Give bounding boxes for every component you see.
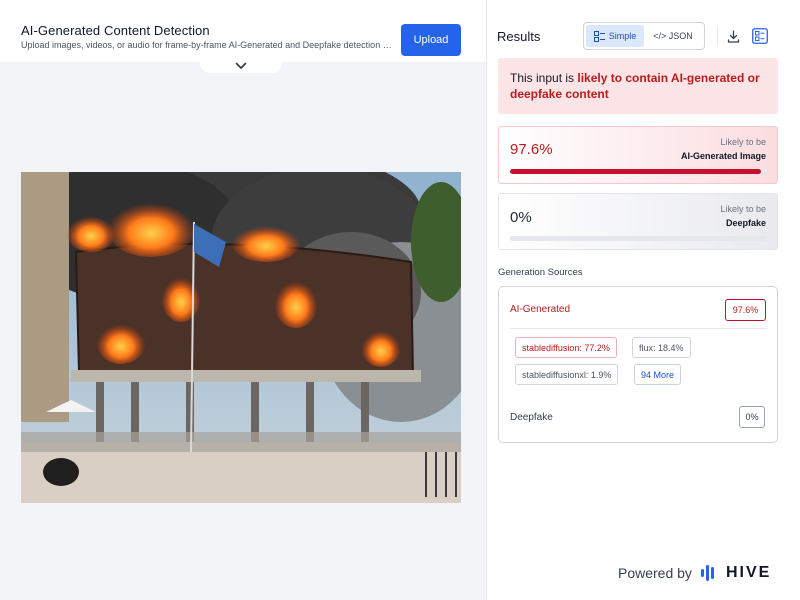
upload-button[interactable]: Upload (401, 24, 461, 56)
gs-deepfake-percent-badge: 0% (739, 406, 765, 428)
page-subtitle: Upload images, videos, or audio for fram… (21, 40, 393, 50)
layout-toggle-icon (752, 28, 768, 44)
gs-ai-percent-badge: 97.6% (725, 299, 766, 321)
deepfake-progress-bar (510, 236, 767, 241)
download-icon (727, 29, 739, 43)
collapse-toggle[interactable] (200, 58, 282, 73)
source-chip-flux: flux: 18.4% (632, 337, 691, 358)
ai-generated-percent: 97.6% (510, 141, 553, 158)
left-pane: AI-Generated Content Detection Upload im… (0, 0, 486, 600)
generation-sources-box: AI-Generated 97.6% stablediffusion: 77.2… (498, 286, 778, 443)
source-chip-stablediffusion: stablediffusion: 77.2% (515, 337, 617, 358)
view-toggle: Simple </> JSON (583, 22, 705, 50)
source-chip-stablediffusionxl: stablediffusionxl: 1.9% (515, 364, 619, 385)
gs-divider (510, 328, 767, 329)
upload-header: AI-Generated Content Detection Upload im… (0, 0, 486, 62)
powered-by-text: Powered by (618, 565, 692, 581)
deepfake-likely-label: Likely to be (720, 204, 766, 214)
view-json-label: </> JSON (653, 31, 693, 41)
generation-sources-title: Generation Sources (498, 267, 583, 278)
powered-by-footer: Powered by HIVE (618, 564, 771, 582)
results-panel: Results Simple </> JSON This input is li… (486, 0, 800, 600)
deepfake-category-label: Deepfake (725, 218, 766, 228)
burning-building-photo (21, 172, 461, 503)
view-simple-tab[interactable]: Simple (586, 25, 644, 47)
hive-brand: HIVE (725, 564, 772, 581)
ai-progress-fill (510, 169, 761, 174)
layout-toggle-button[interactable] (750, 26, 770, 46)
chevron-down-icon (235, 62, 247, 69)
alert-prefix: This input is (510, 71, 578, 85)
result-alert: This input is likely to contain AI-gener… (498, 58, 778, 114)
page-title: AI-Generated Content Detection (21, 23, 210, 38)
simple-view-icon (593, 30, 605, 42)
toolbar-divider (717, 26, 718, 46)
results-title: Results (497, 29, 541, 44)
view-simple-label: Simple (608, 31, 637, 41)
hive-logo-icon (700, 565, 714, 581)
ai-progress-bar (510, 169, 767, 174)
ai-category-label: AI-Generated Image (680, 151, 766, 161)
ai-generated-card: 97.6% Likely to be AI-Generated Image (498, 126, 778, 184)
deepfake-percent: 0% (510, 209, 532, 226)
more-sources-button[interactable]: 94 More (634, 364, 682, 385)
ai-likely-label: Likely to be (720, 137, 766, 147)
deepfake-card: 0% Likely to be Deepfake (498, 193, 778, 250)
gs-ai-label: AI-Generated (510, 304, 571, 315)
view-json-tab[interactable]: </> JSON (644, 25, 702, 47)
uploaded-image (21, 172, 461, 503)
download-button[interactable] (723, 26, 743, 46)
gs-deepfake-label: Deepfake (510, 412, 553, 423)
